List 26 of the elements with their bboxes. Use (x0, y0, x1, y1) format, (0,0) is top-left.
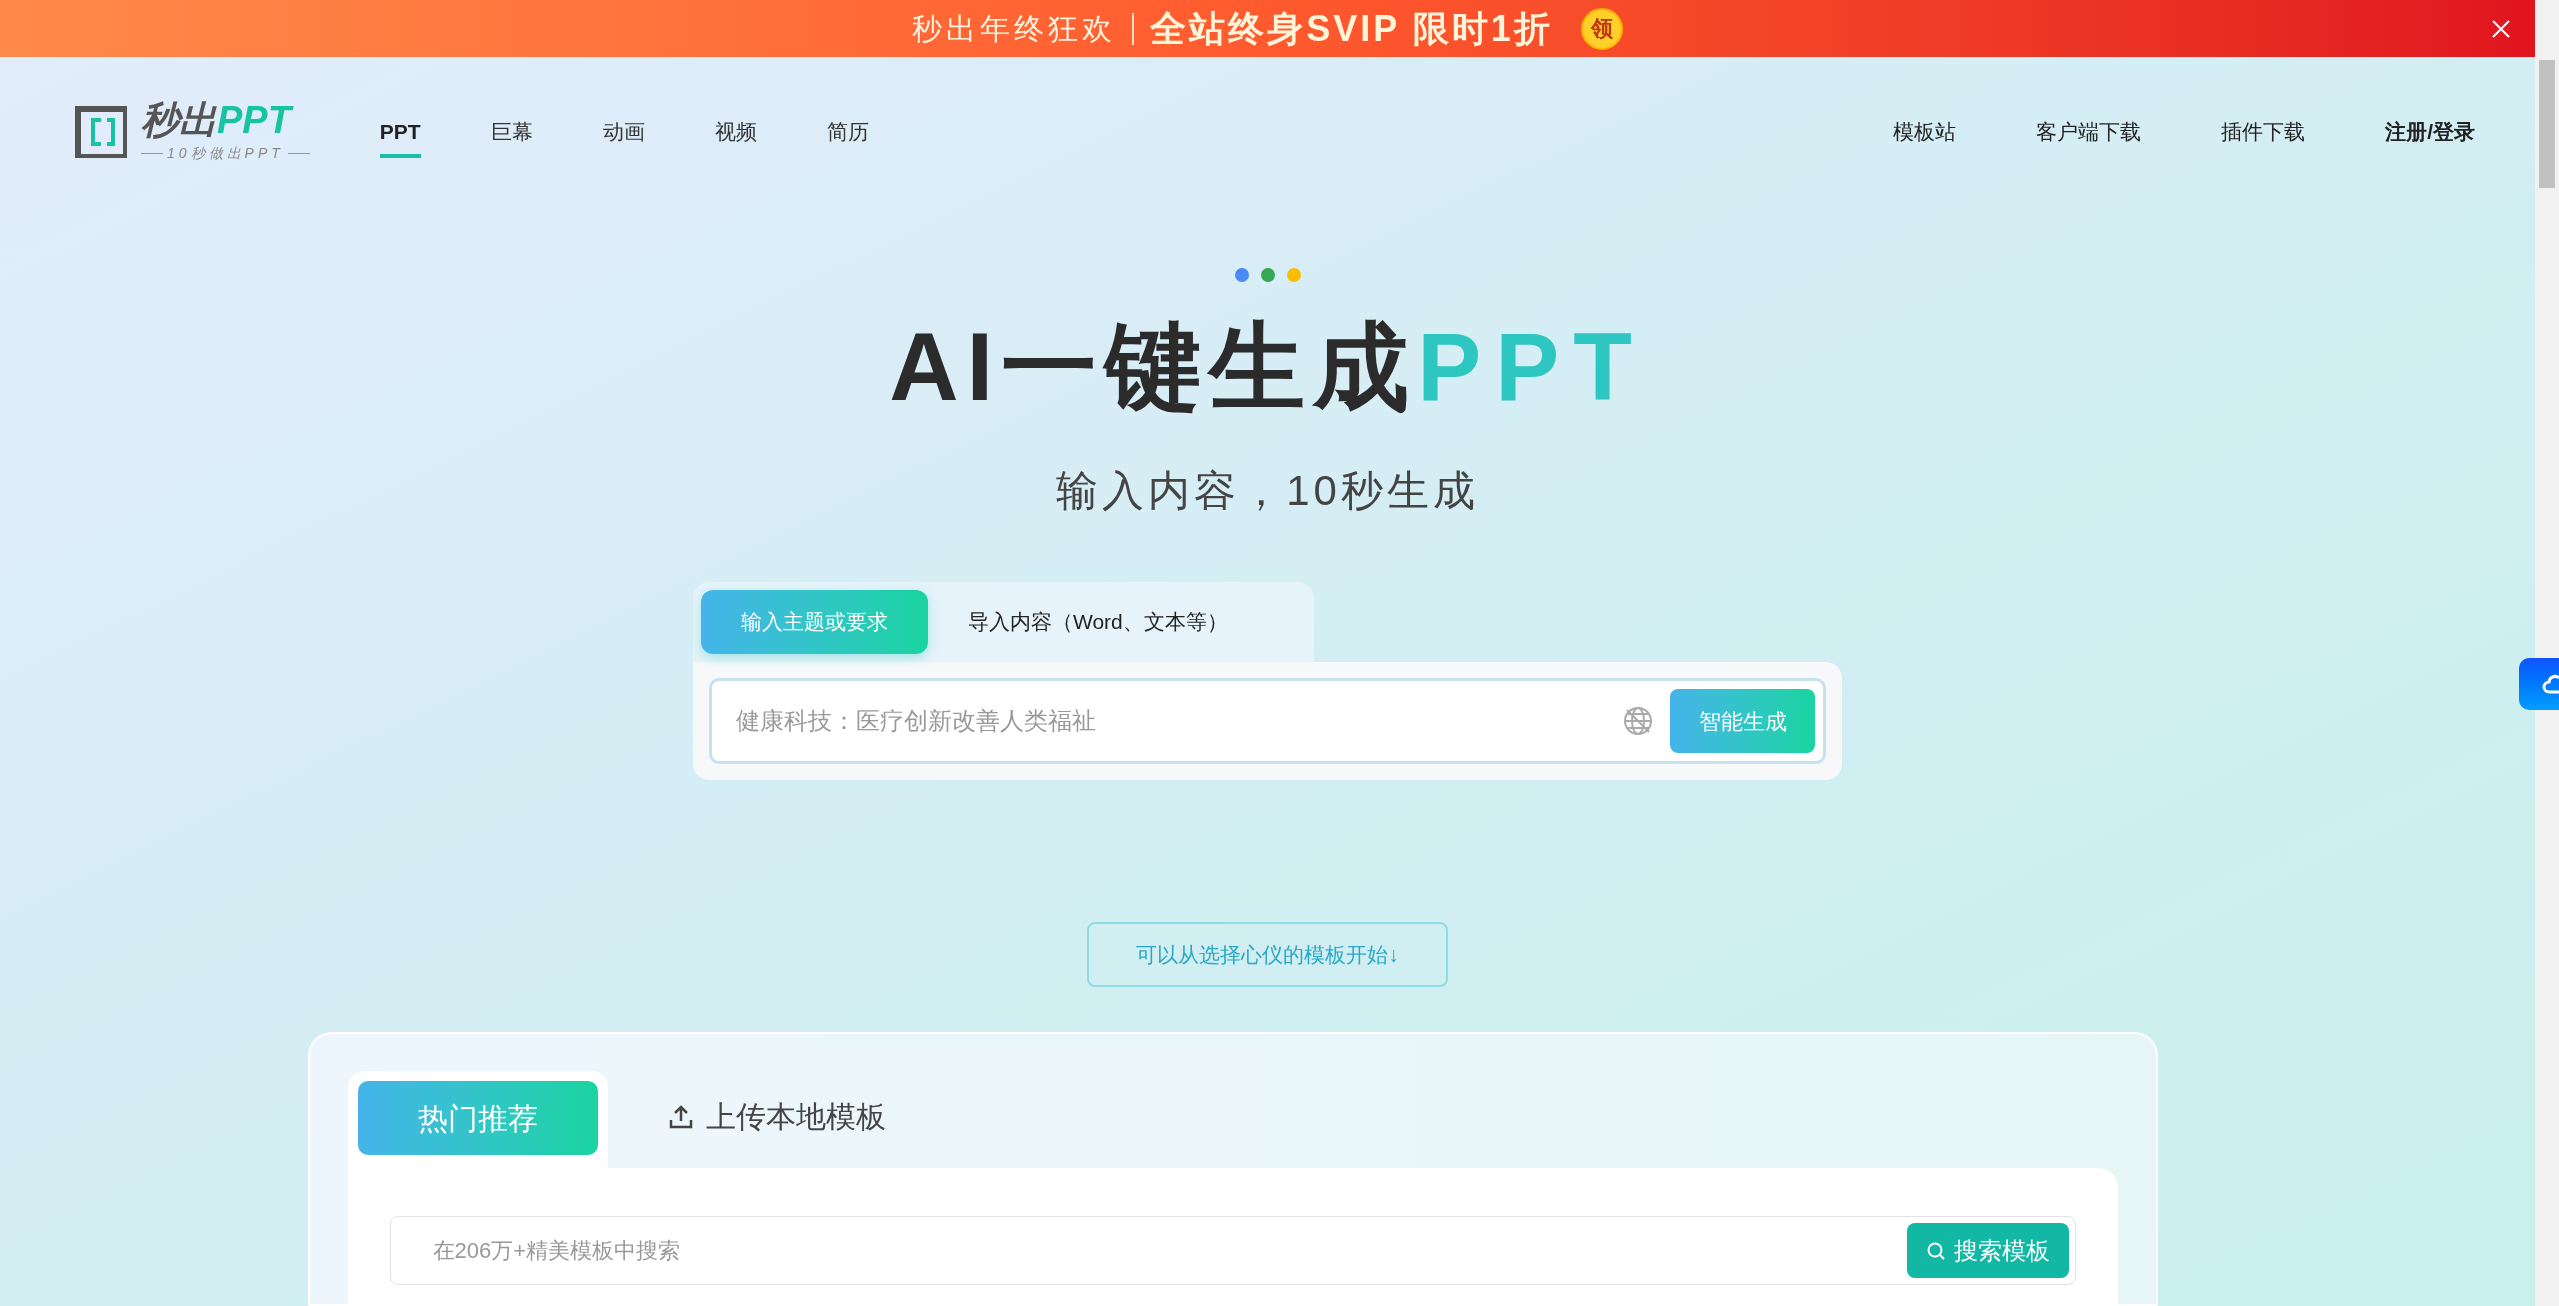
nav-link[interactable]: 模板站 (1893, 116, 1957, 148)
logo-mark-icon (73, 104, 129, 160)
promo-banner[interactable]: 秒出年终狂欢 全站终身SVIP 限时1折 领 (0, 0, 2535, 57)
scrollbar-thumb[interactable] (2539, 60, 2555, 188)
logo-tagline: 10秒做出PPT (167, 143, 284, 163)
search-icon (1925, 1240, 1946, 1261)
hero-subtitle: 输入内容，10秒生成 (1056, 466, 1479, 516)
logo-wordmark: 秒出PPT (141, 100, 310, 139)
hero-title: AI一键生成PPT (889, 319, 1646, 415)
promo-offer: 全站终身SVIP 限时1折 (1150, 6, 1553, 51)
nav-tab[interactable]: 巨幕 (490, 116, 533, 158)
close-icon[interactable] (2491, 19, 2511, 39)
claim-badge[interactable]: 领 (1580, 7, 1623, 50)
promo-text: 秒出年终狂欢 (912, 11, 1117, 47)
input-tab[interactable]: 导入内容（Word、文本等） (944, 590, 1252, 654)
nav-tab[interactable]: 动画 (602, 116, 645, 158)
floating-cloud-button[interactable] (2519, 658, 2559, 710)
nav-tab[interactable]: 简历 (826, 116, 869, 158)
nav-tab[interactable]: 视频 (714, 116, 757, 158)
template-tab[interactable]: 上传本地模板 (667, 1071, 886, 1168)
dots-icon (1234, 268, 1301, 282)
nav-link[interactable]: 客户端下载 (2036, 116, 2142, 148)
nav-link[interactable]: 插件下载 (2221, 116, 2306, 148)
nav-tab[interactable]: PPT (379, 116, 421, 158)
upload-icon (667, 1103, 694, 1130)
login-link[interactable]: 注册/登录 (2385, 116, 2475, 148)
